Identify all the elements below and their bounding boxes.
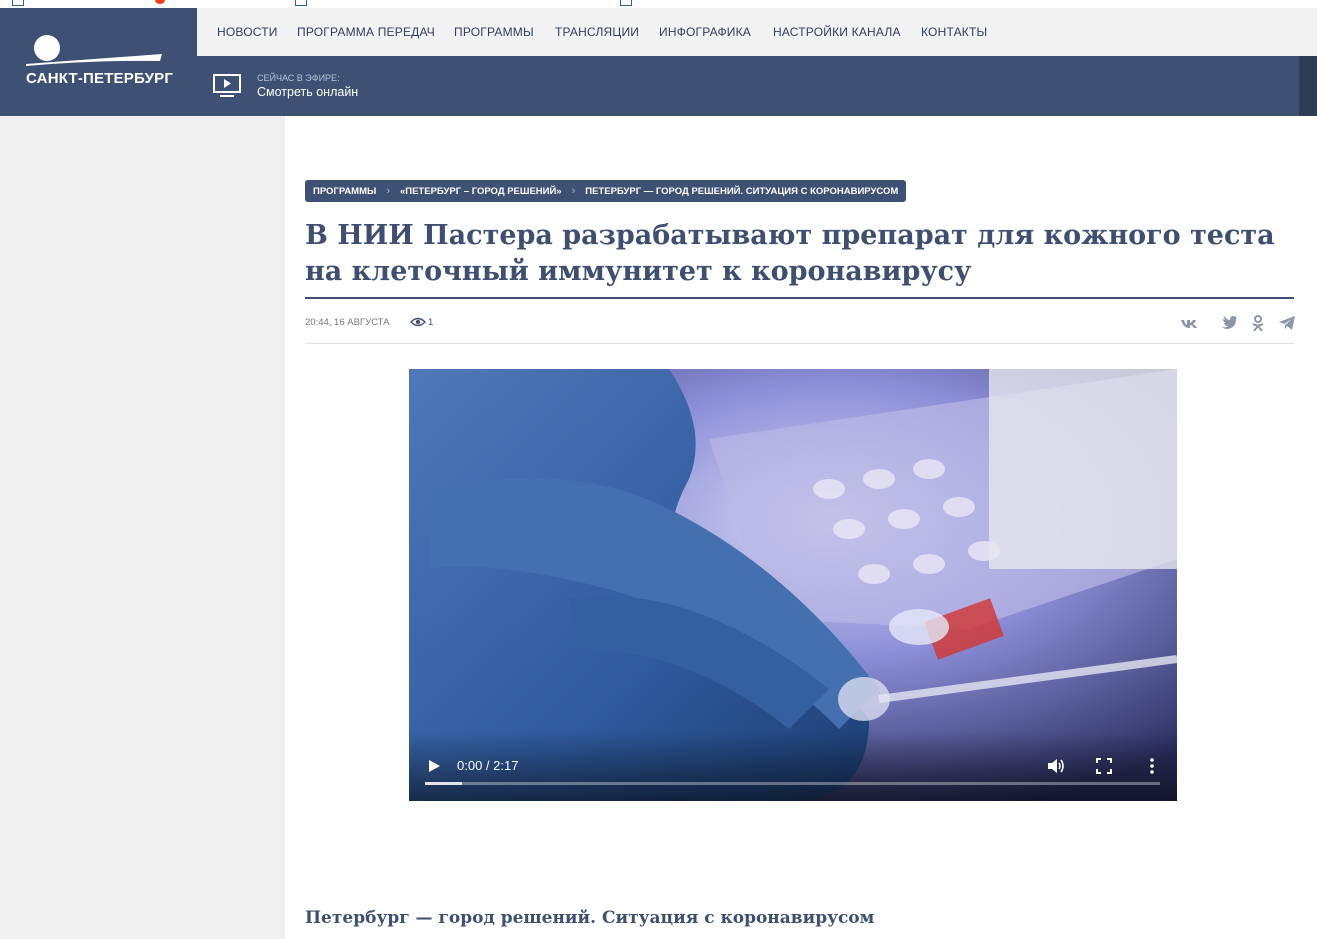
volume-icon[interactable] xyxy=(1045,755,1067,777)
bookmark-icon[interactable] xyxy=(12,0,24,6)
bookmark-icon[interactable] xyxy=(295,0,307,6)
nav-item-programs[interactable]: ПРОГРАММЫ xyxy=(454,25,534,39)
tv-play-icon[interactable] xyxy=(213,74,241,98)
bookmarks-bar xyxy=(0,0,1317,8)
breadcrumb-separator: › xyxy=(386,185,390,197)
watch-online-link[interactable]: Смотреть онлайн xyxy=(257,85,358,99)
article-date: 20:44, 16 АВГУСТА xyxy=(305,317,390,328)
twitter-icon[interactable] xyxy=(1220,314,1238,332)
article-title: В НИИ Пастера разрабатывают препарат для… xyxy=(305,220,1275,287)
bookmark-icon[interactable] xyxy=(620,0,632,6)
site-logo[interactable]: САНКТ-ПЕТЕРБУРГ xyxy=(0,8,197,116)
live-bar: СЕЙЧАС В ЭФИРЕ: Смотреть онлайн xyxy=(197,56,1317,116)
main-nav: НОВОСТИ ПРОГРАММА ПЕРЕДАЧ ПРОГРАММЫ ТРАН… xyxy=(197,8,1317,56)
nav-item-infographics[interactable]: ИНФОГРАФИКА xyxy=(659,25,751,39)
left-column xyxy=(0,116,285,939)
video-progress-fill xyxy=(425,782,462,785)
live-label: СЕЙЧАС В ЭФИРЕ: xyxy=(257,73,340,83)
meta-divider xyxy=(305,343,1294,344)
telegram-icon[interactable] xyxy=(1278,314,1296,332)
bookmark-icon[interactable] xyxy=(155,0,165,4)
video-time: 0:00 / 2:17 xyxy=(457,758,519,773)
breadcrumb-item-programs[interactable]: ПРОГРАММЫ xyxy=(313,186,376,197)
nav-item-broadcasts[interactable]: ТРАНСЛЯЦИИ xyxy=(555,25,639,39)
title-divider xyxy=(305,297,1294,299)
nav-item-news[interactable]: НОВОСТИ xyxy=(217,25,278,39)
view-count: 1 xyxy=(428,317,434,328)
nav-item-schedule[interactable]: ПРОГРАММА ПЕРЕДАЧ xyxy=(297,25,435,39)
video-progress-bar[interactable] xyxy=(425,782,1160,785)
breadcrumb: ПРОГРАММЫ › «ПЕТЕРБУРГ – ГОРОД РЕШЕНИЙ» … xyxy=(305,180,907,202)
logo-text: САНКТ-ПЕТЕРБУРГ xyxy=(26,70,174,87)
video-player[interactable]: 0:00 / 2:17 xyxy=(409,369,1177,801)
video-controls: 0:00 / 2:17 xyxy=(409,731,1177,801)
play-icon[interactable] xyxy=(427,759,441,773)
fullscreen-icon[interactable] xyxy=(1093,755,1115,777)
more-options-icon[interactable] xyxy=(1141,755,1163,777)
odnoklassniki-icon[interactable] xyxy=(1249,314,1267,332)
logo-emblem-icon xyxy=(26,35,162,66)
nav-item-channel-settings[interactable]: НАСТРОЙКИ КАНАЛА xyxy=(773,25,901,39)
breadcrumb-separator: › xyxy=(571,185,576,197)
scrollbar-thumb[interactable] xyxy=(1299,56,1317,116)
vk-icon[interactable] xyxy=(1180,314,1198,332)
breadcrumb-item-episode[interactable]: ПЕТЕРБУРГ — ГОРОД РЕШЕНИЙ. СИТУАЦИЯ С КО… xyxy=(585,186,898,197)
program-title[interactable]: Петербург — город решений. Ситуация с ко… xyxy=(305,908,874,928)
nav-item-contacts[interactable]: КОНТАКТЫ xyxy=(921,25,987,39)
breadcrumb-item-show[interactable]: «ПЕТЕРБУРГ – ГОРОД РЕШЕНИЙ» xyxy=(400,186,562,197)
eye-icon xyxy=(410,317,426,327)
